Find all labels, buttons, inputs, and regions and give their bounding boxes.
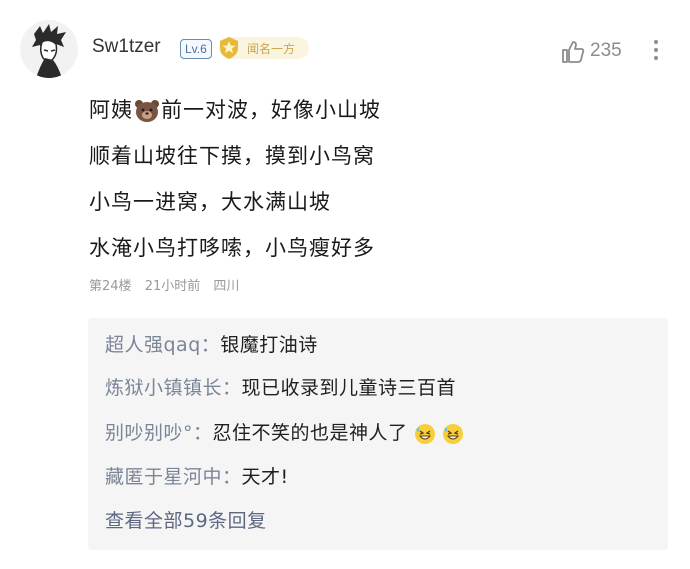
grinning-sweat-face-icon xyxy=(442,423,463,444)
badge-label: 闻名一方 xyxy=(247,42,296,56)
like-button[interactable]: 235 xyxy=(560,36,630,66)
medal-icon xyxy=(220,37,238,59)
reply-text: 天才! xyxy=(241,466,289,488)
reply-item[interactable]: 别吵别吵°：忍住不笑的也是神人了 xyxy=(105,418,464,445)
reply-item[interactable]: 藏匿于星河中：天才! xyxy=(105,462,289,489)
reply-text: 忍住不笑的也是神人了 xyxy=(212,422,408,444)
level-badge: Lv.6 xyxy=(180,39,212,59)
avatar[interactable] xyxy=(20,20,78,78)
like-count: 235 xyxy=(590,40,622,61)
title-badge: 闻名一方 xyxy=(219,37,309,59)
reply-author[interactable]: 炼狱小镇镇长： xyxy=(105,377,242,399)
grinning-sweat-face-icon xyxy=(414,423,435,444)
bear-face-icon xyxy=(135,100,159,122)
reply-text: 银魔打油诗 xyxy=(220,334,318,356)
view-all-replies-link[interactable]: 查看全部59条回复 xyxy=(105,506,267,533)
reply-text: 现已收录到儿童诗三百首 xyxy=(241,377,457,399)
comment-meta: 第24楼 21小时前 四川 xyxy=(89,275,248,294)
thumbs-up-icon xyxy=(562,41,585,63)
replies-panel: 超人强qaq：银魔打油诗 炼狱小镇镇长：现已收录到儿童诗三百首 别吵别吵°：忍住… xyxy=(88,318,668,550)
reply-author[interactable]: 藏匿于星河中： xyxy=(105,466,242,488)
reply-author[interactable]: 别吵别吵°： xyxy=(105,422,213,444)
timestamp: 21小时前 xyxy=(144,279,201,294)
comment-line: 水淹小鸟打哆嗦，小鸟瘦好多 xyxy=(89,236,375,260)
more-options-icon[interactable] xyxy=(652,40,660,64)
floor-number: 第24楼 xyxy=(89,279,132,294)
comment-line: 阿姨 前一对波，好像小山坡 xyxy=(89,98,381,122)
comment-line: 小鸟一进窝，大水满山坡 xyxy=(89,190,331,214)
comment-body: 阿姨 前一对波，好像小山坡 顺着山坡往下摸，摸到小鸟窝 小鸟一进窝，大水满山坡 … xyxy=(89,92,649,276)
reply-item[interactable]: 超人强qaq：银魔打油诗 xyxy=(105,330,318,357)
reply-item[interactable]: 炼狱小镇镇长：现已收录到儿童诗三百首 xyxy=(105,373,456,400)
username[interactable]: Sw1tzer xyxy=(92,36,161,58)
reply-author[interactable]: 超人强qaq： xyxy=(105,334,220,356)
location: 四川 xyxy=(213,279,240,294)
comment-line: 顺着山坡往下摸，摸到小鸟窝 xyxy=(89,144,375,168)
